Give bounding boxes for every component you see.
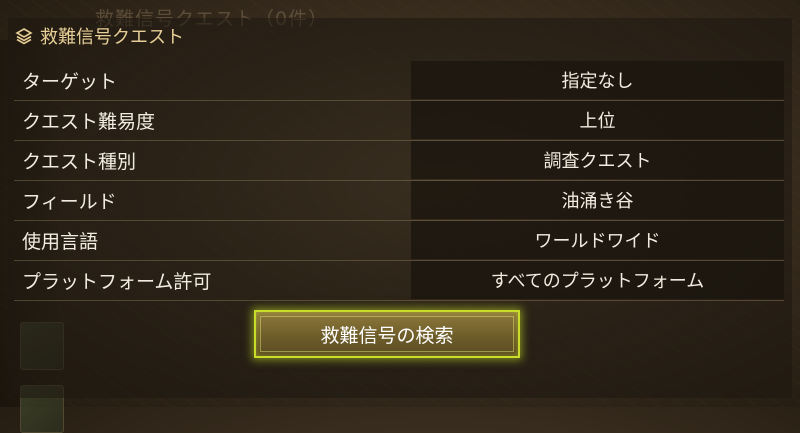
filter-row-field[interactable]: フィールド 油涌き谷	[14, 181, 784, 221]
filter-value[interactable]: すべてのプラットフォーム	[411, 261, 784, 299]
filter-value[interactable]: 調査クエスト	[411, 141, 784, 179]
search-sos-button[interactable]: 救難信号の検索	[254, 310, 520, 358]
filter-label: クエスト難易度	[22, 111, 156, 133]
filter-label: フィールド	[22, 191, 117, 213]
filter-value[interactable]: 油涌き谷	[411, 181, 784, 219]
panel-header: 救難信号クエスト	[14, 22, 184, 50]
filter-value[interactable]: ワールドワイド	[411, 221, 784, 259]
search-sos-button-label: 救難信号の検索	[320, 324, 454, 347]
panel-title: 救難信号クエスト	[40, 27, 184, 48]
filter-row-platform[interactable]: プラットフォーム許可 すべてのプラットフォーム	[14, 261, 784, 301]
layers-icon	[14, 26, 34, 46]
filter-row-quest-type[interactable]: クエスト種別 調査クエスト	[14, 141, 784, 181]
filter-label: 使用言語	[22, 231, 99, 253]
filter-list: ターゲット 指定なし クエスト難易度 上位 クエスト種別 調査クエスト フィール…	[14, 61, 784, 301]
filter-row-difficulty[interactable]: クエスト難易度 上位	[14, 101, 784, 141]
filter-label: プラットフォーム許可	[22, 271, 212, 293]
filter-row-language[interactable]: 使用言語 ワールドワイド	[14, 221, 784, 261]
filter-label: クエスト種別	[22, 151, 137, 173]
filter-value[interactable]: 上位	[411, 101, 784, 139]
filter-value[interactable]: 指定なし	[411, 61, 784, 99]
filter-row-target[interactable]: ターゲット 指定なし	[14, 61, 784, 101]
filter-label: ターゲット	[22, 71, 118, 93]
